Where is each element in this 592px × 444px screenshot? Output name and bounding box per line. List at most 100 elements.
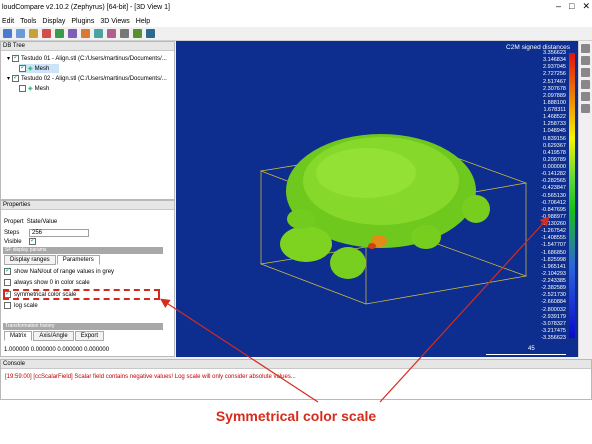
segment-icon[interactable] [68, 29, 77, 38]
show-nan-checkbox[interactable] [4, 266, 11, 275]
close-icon[interactable]: ✕ [582, 1, 590, 12]
menu-tools[interactable]: Tools [20, 18, 36, 25]
window-title: loudCompare v2.10.2 (Zephyrus) [64-bit] … [2, 4, 170, 11]
tree-item-label: Mesh [34, 85, 50, 92]
scale-tick-label: -2.521730 [541, 292, 566, 299]
align-icon[interactable] [107, 29, 116, 38]
scale-tick-label: -1.267542 [541, 228, 566, 235]
settings-icon[interactable] [120, 29, 129, 38]
steps-row: Steps 256 [4, 228, 89, 237]
tab-display-ranges[interactable]: Display ranges [4, 255, 56, 265]
scale-length-bar [486, 354, 566, 355]
scale-tick-label: 0.000000 [543, 164, 566, 170]
scale-tick-label: 1.678311 [543, 107, 566, 113]
scale-tick-label: 0.419578 [543, 149, 566, 156]
console-message: [19:59:00] [ccScalarField] Scalar field … [5, 374, 296, 380]
show-zero-checkbox[interactable] [4, 279, 11, 286]
minimize-icon[interactable]: – [556, 1, 561, 12]
expand-icon[interactable]: ▾ [7, 75, 10, 82]
tab-parameters[interactable]: Parameters [56, 255, 100, 265]
3d-view[interactable]: C2M signed distances 3.356623 3.146834 2.9… [176, 41, 578, 357]
header-value: State/Value [26, 218, 58, 225]
sample-icon[interactable] [133, 29, 142, 38]
annotation-caption: Symmetrical color scale [215, 408, 377, 424]
tree-item-label: Mesh [34, 65, 50, 72]
view-toolbar [578, 41, 592, 357]
scale-tick-label: 1.468522 [543, 114, 566, 121]
scale-tick-label: -0.141282 [541, 171, 566, 178]
scale-tick-label: 3.146834 [543, 57, 566, 64]
option-show-nan[interactable]: show NaN/out of range values in grey [4, 266, 115, 276]
back-view-icon[interactable] [581, 92, 590, 101]
scale-tick-label: -1.825998 [541, 256, 566, 263]
tree-item-mesh-1[interactable]: ◈ Mesh [19, 63, 59, 73]
merge-icon[interactable] [55, 29, 64, 38]
tab-matrix[interactable]: Matrix [4, 331, 33, 341]
menu-help[interactable]: Help [136, 18, 150, 25]
scale-tick-label: -1.965141 [541, 263, 566, 270]
db-tree-panel: DB Tree ▾ Testudo 01 - Align.stl (C:/Use… [0, 41, 175, 200]
tab-export[interactable]: Export [74, 331, 105, 341]
scale-tick-label: -1.130260 [541, 221, 566, 227]
menu-3d-views[interactable]: 3D Views [100, 18, 129, 25]
tab-axis-angle[interactable]: Axis/Angle [33, 331, 74, 341]
color-scale-bar [569, 53, 575, 338]
tool-icon[interactable] [29, 29, 38, 38]
tree-item-mesh-2[interactable]: ◈ Mesh [19, 84, 49, 93]
scale-tick-label: 2.937045 [543, 64, 566, 71]
compute-icon[interactable] [146, 29, 155, 38]
expand-icon[interactable]: ▾ [7, 55, 10, 62]
save-icon[interactable] [16, 29, 25, 38]
option-label: log scale [14, 302, 38, 309]
scale-tick-label: -2.939179 [541, 313, 566, 320]
top-view-icon[interactable] [581, 56, 590, 65]
visible-checkbox[interactable] [29, 236, 36, 245]
scale-tick-label: -1.686850 [541, 249, 566, 256]
transform-tabs: Matrix Axis/Angle Export [4, 331, 105, 341]
turtle-mesh [280, 134, 490, 279]
menu-edit[interactable]: Edit [2, 18, 14, 25]
right-view-icon[interactable] [581, 104, 590, 113]
translate-icon[interactable] [81, 29, 90, 38]
scale-tick-label: -3.217475 [541, 327, 566, 334]
tree-item-testudo-02[interactable]: ▾ Testudo 02 - Align.stl (C:/Users/marti… [7, 73, 167, 83]
front-view-icon[interactable] [581, 68, 590, 77]
menu-display[interactable]: Display [42, 18, 65, 25]
option-log-scale[interactable]: log scale [4, 301, 38, 310]
log-scale-checkbox[interactable] [4, 302, 11, 309]
scene-graphic [259, 134, 528, 305]
mesh-icon: ◈ [28, 66, 33, 72]
main-toolbar [0, 27, 592, 41]
zoom-icon[interactable] [581, 44, 590, 53]
tree-checkbox[interactable] [19, 85, 26, 92]
steps-field[interactable]: 256 [29, 228, 89, 237]
scale-tick-label: 2.517467 [543, 78, 566, 85]
console-title: Console [1, 360, 591, 369]
tree-checkbox[interactable] [12, 53, 20, 62]
scale-tick-label: 2.727256 [543, 71, 566, 78]
scale-tick-label: -3.356623 [541, 335, 566, 341]
scale-tick-label: 2.307678 [543, 85, 566, 92]
option-always-show-zero[interactable]: always show 0 in color scale [4, 278, 90, 287]
menu-plugins[interactable]: Plugins [71, 18, 94, 25]
tree-checkbox[interactable] [19, 63, 26, 72]
option-label: show NaN/out of range values in grey [14, 268, 115, 275]
title-bar: loudCompare v2.10.2 (Zephyrus) [64-bit] … [0, 0, 592, 15]
matrix-row: 1.000000 0.000000 0.000000 0.000000 [4, 346, 110, 353]
left-view-icon[interactable] [581, 80, 590, 89]
transformation-header: Transformation history [3, 323, 163, 330]
steps-label: Steps [4, 229, 20, 236]
maximize-icon[interactable]: □ [569, 1, 574, 12]
tree-checkbox[interactable] [12, 73, 20, 82]
open-icon[interactable] [3, 29, 12, 38]
tree-item-testudo-01[interactable]: ▾ Testudo 01 - Align.stl (C:/Users/marti… [7, 53, 167, 63]
scale-tick-label: -2.800032 [541, 306, 566, 313]
pick-icon[interactable] [94, 29, 103, 38]
visible-row: Visible [4, 236, 36, 246]
delete-icon[interactable] [42, 29, 51, 38]
app-window: loudCompare v2.10.2 (Zephyrus) [64-bit] … [0, 0, 592, 400]
mesh-icon: ◈ [28, 86, 33, 92]
scale-tick-label: -0.706412 [541, 199, 566, 206]
window-controls: – □ ✕ [556, 1, 590, 12]
scale-tick-label: -2.104293 [541, 270, 566, 277]
